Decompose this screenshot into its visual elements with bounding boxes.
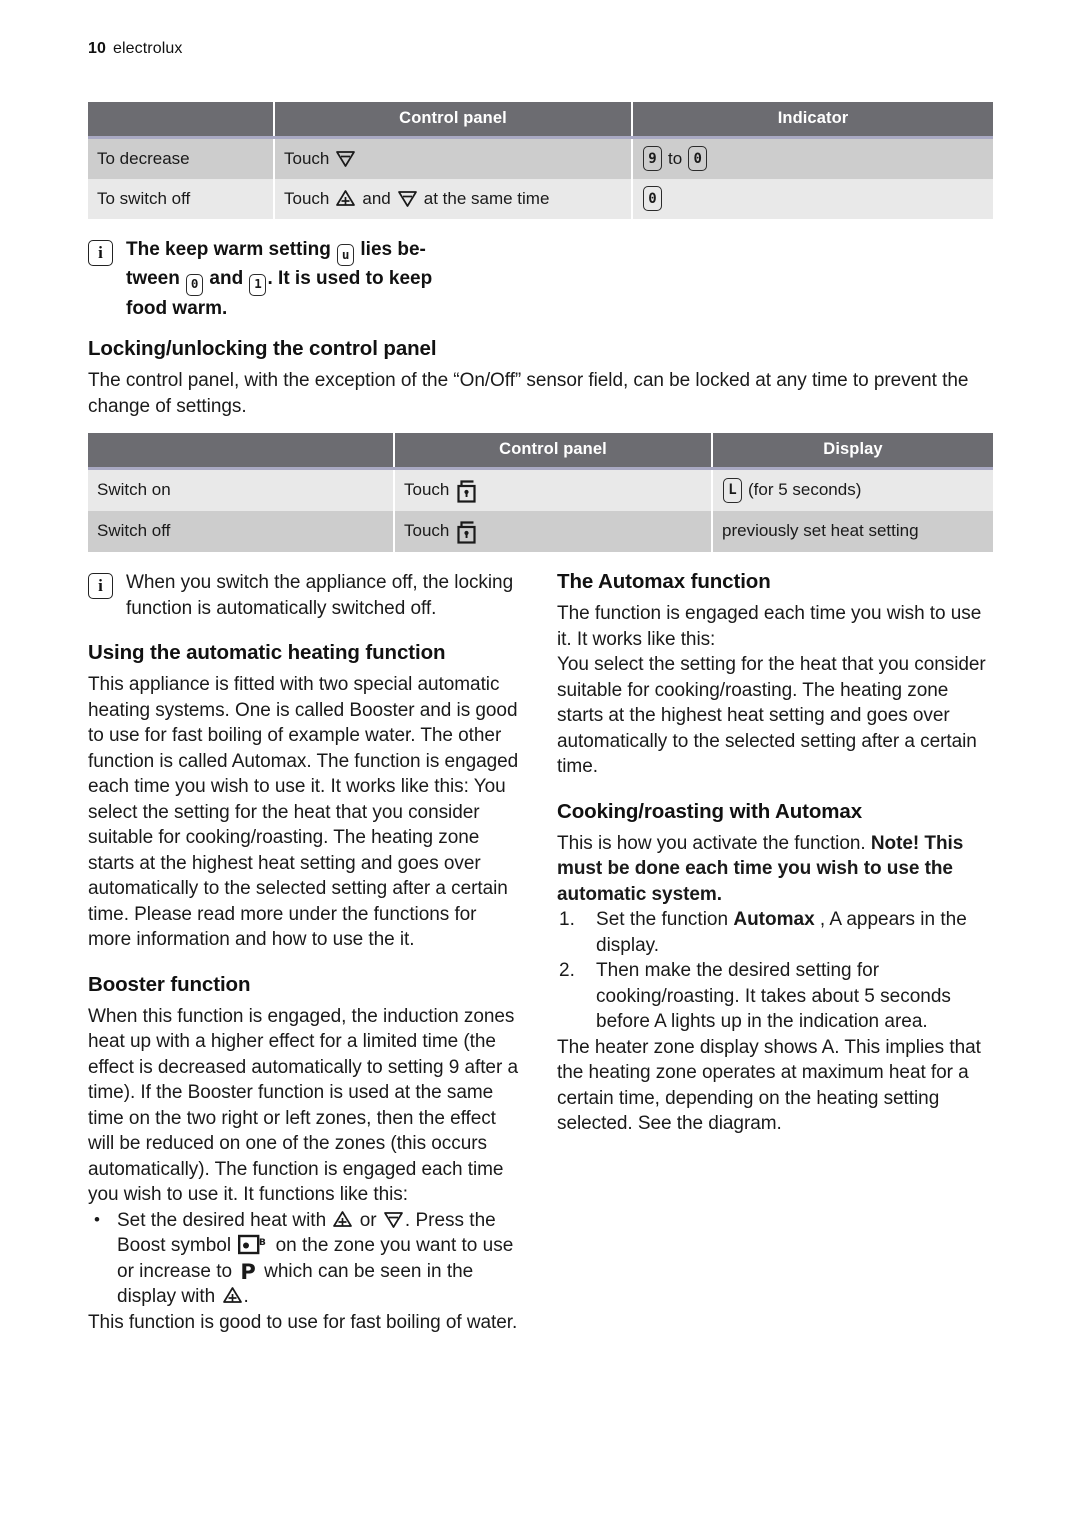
bullet-part-1: Set the desired heat with (117, 1209, 327, 1231)
up-triangle-icon (332, 1210, 353, 1229)
down-triangle-icon (397, 189, 418, 208)
page-number: 10 (88, 40, 106, 57)
boost-icon: B (238, 1234, 268, 1255)
table-row: To switch off Touch and at the same time (88, 179, 993, 219)
row-control: Touch (274, 137, 633, 179)
row-action: To decrease (88, 137, 275, 179)
switch-off-note-text: When you switch the appliance off, the l… (126, 572, 514, 619)
note-text-4: and (209, 268, 244, 290)
display-glyph-u: u (337, 244, 355, 267)
booster-heading: Booster function (88, 972, 251, 996)
bullet-part-2: or (359, 1209, 377, 1231)
display-text: (for 5 seconds) (748, 480, 862, 499)
booster-paragraph: When this function is engaged, the induc… (88, 1005, 518, 1206)
up-triangle-icon (222, 1286, 243, 1305)
down-triangle-icon (335, 149, 356, 168)
row-display: previously set heat setting (712, 511, 993, 552)
bullet-part-6: . (243, 1286, 249, 1307)
info-icon: i (88, 240, 113, 266)
heat-setting-table: Control panel Indicator To decrease Touc… (88, 102, 993, 219)
control-suffix: at the same time (423, 188, 550, 208)
locking-paragraph: The control panel, with the exception of… (88, 370, 969, 417)
page-header: 10 electrolux (88, 40, 995, 58)
table-header-row: Control panel Indicator (88, 102, 993, 139)
table-row: Switch on Touch L (for 5 seconds) (88, 468, 993, 511)
note-text-2: lies be- (360, 239, 426, 260)
touch-label: Touch (284, 148, 330, 168)
list-item: 1. Set the function Automax , A appears … (557, 907, 995, 958)
list-item: Set the desired heat with or . Press the… (88, 1207, 521, 1310)
table-header-control-panel: Control panel (394, 433, 713, 470)
table-header-blank (88, 102, 275, 139)
table-header-row: Control panel Display (88, 433, 993, 470)
booster-steps-list: Set the desired heat with or . Press the… (88, 1207, 521, 1310)
display-glyph-0: 0 (186, 273, 204, 296)
automax-closing-paragraph: The heater zone display shows A. This im… (557, 1036, 981, 1135)
svg-text:B: B (259, 1238, 266, 1248)
display-glyph-0: 0 (643, 186, 662, 211)
up-triangle-icon (335, 189, 356, 208)
cooking-automax-heading: Cooking/roasting with Automax (557, 799, 862, 823)
keep-warm-note-text: The keep warm setting u lies be- tween 0… (126, 237, 995, 321)
cooking-intro-normal: This is how you activate the function. (557, 832, 866, 854)
step-text-before: Set the function (596, 909, 729, 930)
auto-heating-paragraph: This appliance is fitted with two specia… (88, 674, 519, 950)
touch-label: Touch (404, 521, 450, 540)
row-control: Touch (394, 468, 713, 511)
note-text-1: The keep warm setting (126, 239, 331, 260)
locking-table: Control panel Display Switch on Touch L … (88, 433, 993, 552)
row-control: Touch and at the same time (274, 179, 633, 219)
table-header-display: Display (712, 433, 993, 470)
document-page: 10 electrolux Control panel Indicator To … (0, 0, 1080, 1335)
row-indicator: 0 (632, 179, 993, 219)
display-glyph-1: 1 (249, 273, 267, 296)
cooking-steps-list: 1. Set the function Automax , A appears … (557, 907, 995, 1035)
row-display: L (for 5 seconds) (712, 468, 993, 511)
info-icon: i (88, 573, 113, 599)
indicator-connector: to (668, 148, 683, 168)
left-column: i When you switch the appliance off, the… (88, 570, 521, 1335)
row-action: Switch off (88, 511, 395, 552)
list-item: 2. Then make the desired setting for coo… (557, 958, 995, 1035)
row-action: To switch off (88, 179, 275, 219)
two-column-body: i When you switch the appliance off, the… (88, 570, 995, 1335)
note-text-6: food warm. (126, 297, 228, 319)
touch-label: Touch (284, 188, 330, 208)
lock-icon (456, 518, 477, 544)
table-row: To decrease Touch 9 to 0 (88, 137, 993, 179)
brand-name: electrolux (113, 40, 183, 57)
table-header-blank (88, 433, 395, 470)
table-header-indicator: Indicator (632, 102, 993, 139)
down-triangle-icon (383, 1210, 404, 1229)
cooking-intro: This is how you activate the function. N… (557, 831, 995, 908)
row-indicator: 9 to 0 (632, 137, 993, 179)
boost-p-glyph: P (240, 1259, 256, 1284)
table-row: Switch off Touch previously set heat set… (88, 511, 993, 552)
locking-heading: Locking/unlocking the control panel (88, 337, 437, 360)
row-control: Touch (394, 511, 713, 552)
keep-warm-note: i The keep warm setting u lies be- tween… (88, 237, 995, 321)
automax-paragraph-2: You select the setting for the heat that… (557, 654, 986, 777)
note-text-5: . It is used to keep (267, 268, 433, 290)
display-glyph-9: 9 (643, 146, 662, 171)
step-text-bold: Automax (733, 909, 815, 930)
step-marker: 2. (559, 960, 575, 981)
automax-heading: The Automax function (557, 570, 771, 593)
table-header-control-panel: Control panel (274, 102, 633, 139)
display-glyph-L: L (723, 477, 742, 503)
step-marker: 1. (559, 909, 575, 930)
right-column: The Automax function The function is eng… (557, 570, 995, 1335)
note-text-3: tween (126, 268, 180, 290)
step-text-before: Then make the desired setting for cookin… (596, 960, 951, 1032)
automax-paragraph-1: The function is engaged each time you wi… (557, 603, 982, 650)
switch-off-note: i When you switch the appliance off, the… (88, 570, 521, 621)
and-label: and (362, 188, 391, 208)
row-action: Switch on (88, 468, 395, 511)
booster-closing-paragraph: This function is good to use for fast bo… (88, 1311, 518, 1333)
lock-icon (456, 477, 477, 503)
display-glyph-0: 0 (688, 146, 708, 171)
auto-heating-heading: Using the automatic heating function (88, 641, 446, 664)
touch-label: Touch (404, 480, 450, 499)
